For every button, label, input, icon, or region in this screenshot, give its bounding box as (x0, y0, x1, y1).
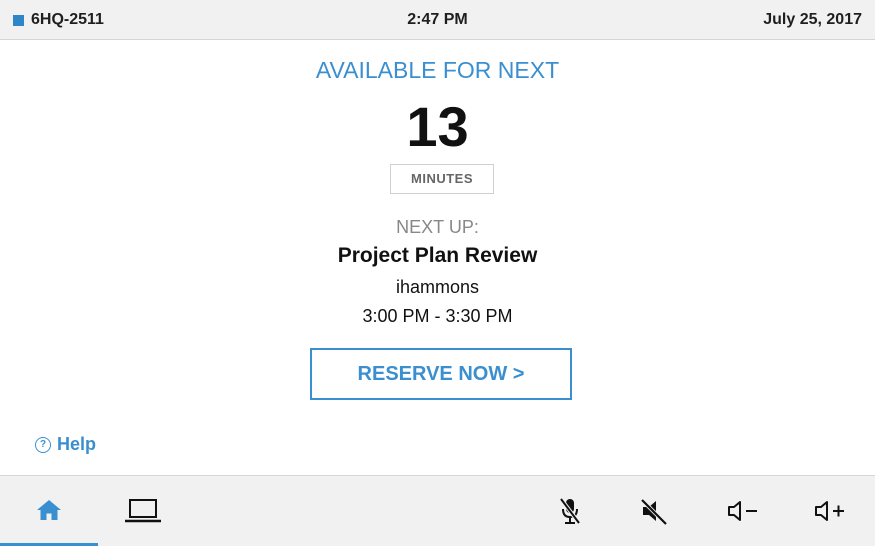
room-name-label: 6HQ-2511 (31, 11, 104, 28)
next-meeting-organizer: ihammons (395, 277, 480, 297)
current-time: 2:47 PM (407, 11, 468, 28)
volume-up-button[interactable] (800, 476, 860, 546)
next-meeting-time-range: 3:00 PM - 3:30 PM (362, 306, 513, 326)
microphone-muted-icon (558, 496, 582, 526)
main-panel: AVAILABLE FOR NEXT 13 MINUTES NEXT UP: P… (0, 41, 875, 475)
help-icon: ? (35, 436, 51, 453)
speaker-muted-icon (639, 496, 669, 526)
room-name: 6HQ-2511 (13, 0, 104, 40)
available-minutes-value: 13 (406, 95, 469, 158)
laptop-icon (124, 498, 162, 524)
microphone-mute-button[interactable] (540, 476, 600, 546)
minutes-unit-label: MINUTES (390, 164, 494, 194)
bottom-nav-bar (0, 475, 875, 546)
tab-home[interactable] (0, 476, 98, 546)
help-link[interactable]: ? Help (35, 434, 96, 455)
tab-laptop[interactable] (98, 476, 188, 546)
current-date: July 25, 2017 (763, 11, 862, 28)
volume-down-button[interactable] (713, 476, 773, 546)
home-icon (36, 498, 62, 522)
room-status-indicator (13, 14, 24, 26)
reserve-now-button[interactable]: RESERVE NOW > (310, 348, 572, 400)
volume-down-icon (726, 499, 760, 523)
speaker-mute-button[interactable] (624, 476, 684, 546)
volume-up-icon (813, 499, 847, 523)
next-up-label: NEXT UP: (396, 217, 479, 237)
availability-heading: AVAILABLE FOR NEXT (315, 57, 560, 83)
next-meeting-title: Project Plan Review (337, 244, 538, 267)
help-label: Help (57, 434, 97, 454)
status-bar: 2:47 PM 6HQ-2511 July 25, 2017 (0, 0, 875, 40)
